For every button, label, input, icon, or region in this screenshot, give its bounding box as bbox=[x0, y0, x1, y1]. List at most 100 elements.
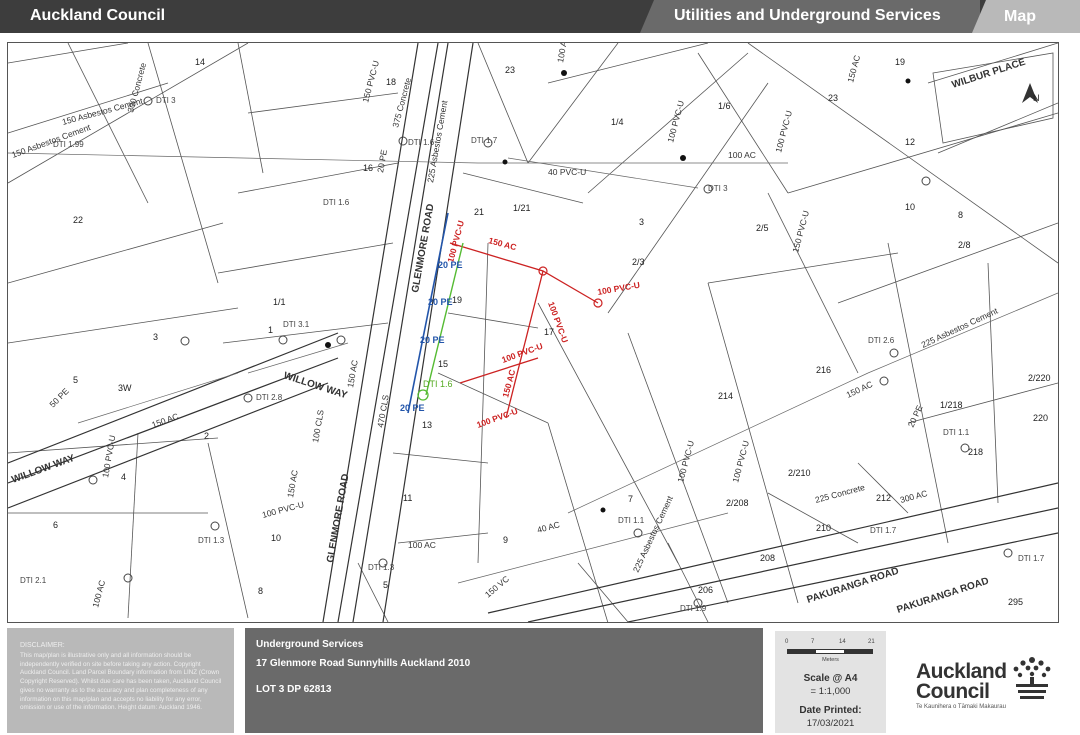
street-label: WILBUR PLACE bbox=[951, 57, 1028, 91]
lot-number: 23 bbox=[505, 65, 515, 75]
disclaimer-title: DISCLAIMER: bbox=[20, 642, 65, 649]
scale-units: Meters bbox=[822, 657, 839, 663]
north-arrow: N bbox=[1022, 83, 1040, 103]
dti-label: DTI 1.7 bbox=[471, 136, 498, 145]
scale-bar bbox=[787, 649, 873, 654]
lot-number: 8 bbox=[958, 210, 963, 220]
property-address: 17 Glenmore Road Sunnyhills Auckland 201… bbox=[256, 658, 471, 669]
lot-number: 23 bbox=[828, 93, 838, 103]
dti-label: DTI 3 bbox=[708, 184, 728, 193]
pipe-label: 150 PVC-U bbox=[360, 59, 381, 103]
pipe-label: 150 VC bbox=[483, 574, 511, 600]
lot-number: 10 bbox=[271, 533, 281, 543]
auckland-council-logo: Auckland Council Te Kaunihera o Tāmaki M… bbox=[900, 642, 1070, 722]
lot-number: 212 bbox=[876, 493, 891, 503]
lot-number: 5 bbox=[73, 375, 78, 385]
lot-number: 6 bbox=[53, 520, 58, 530]
blue-pipe-label: 20 PE bbox=[420, 335, 445, 345]
utilities-map[interactable]: GLENMORE ROAD GLENMORE ROAD WILLOW WAY WILL… bbox=[7, 42, 1059, 623]
lot-number: 3 bbox=[153, 332, 158, 342]
dti-label: DTI 3.1 bbox=[283, 320, 310, 329]
lot-number: 16 bbox=[363, 163, 373, 173]
pipe-label: 225 Asbestos Cement bbox=[920, 305, 1000, 349]
lot-number: 2/210 bbox=[788, 468, 811, 478]
pipe-label: 150 AC bbox=[845, 54, 862, 84]
lot-number: 295 bbox=[1008, 597, 1023, 607]
lot-number: 1/218 bbox=[940, 400, 963, 410]
pipe-label: 150 PVC-U bbox=[790, 209, 811, 253]
lot-number: 210 bbox=[816, 523, 831, 533]
blue-pipe-label: 20 PE bbox=[438, 260, 463, 270]
lot-number: 17 bbox=[544, 327, 554, 337]
date-value: 17/03/2021 bbox=[806, 718, 855, 729]
dti-label: DTI 1.7 bbox=[1018, 554, 1045, 563]
map-canvas: GLENMORE ROADGLENMORE ROADWILLOW WAYWILL… bbox=[8, 43, 1058, 622]
dti-label: DTI 1.1 bbox=[943, 428, 970, 437]
legal-description: LOT 3 DP 62813 bbox=[256, 684, 332, 695]
pipe-label: 100 PVC-U bbox=[665, 99, 686, 143]
proposed-pipe-label: 100 PVC-U bbox=[546, 300, 570, 344]
lot-number: 1/21 bbox=[513, 203, 531, 213]
pipe-label: 150 AC bbox=[345, 359, 360, 388]
proposed-pipe-label: 100 PVC-U bbox=[597, 280, 641, 297]
dti-label: DTI 2.1 bbox=[20, 576, 47, 585]
lot-number: 2/220 bbox=[1028, 373, 1051, 383]
dti-label: DTI 2.6 bbox=[868, 336, 895, 345]
map-tab-label: Map bbox=[1004, 8, 1036, 25]
dti-label: DTI 1.6 bbox=[408, 138, 435, 147]
street-label: PAKURANGA ROAD bbox=[806, 566, 901, 606]
dti-label: DTI 1.3 bbox=[198, 536, 225, 545]
lot-number: 1/4 bbox=[611, 117, 624, 127]
dti-label: DTI 1.3 bbox=[368, 563, 395, 572]
pipe-label: 100 PVC-U bbox=[730, 439, 751, 483]
property-info-panel: Underground Services 17 Glenmore Road Su… bbox=[245, 628, 763, 733]
blue-pipe-label: 20 PE bbox=[428, 297, 453, 307]
scale-tick: 14 bbox=[839, 639, 846, 645]
blue-pipe-label: 20 PE bbox=[400, 403, 425, 413]
lot-number: 18 bbox=[386, 77, 396, 87]
lot-number: 1/6 bbox=[718, 101, 731, 111]
scale-label: Scale @ A4 bbox=[803, 673, 858, 684]
scale-value: = 1:1,000 bbox=[810, 686, 851, 697]
pipe-label: 40 AC bbox=[536, 519, 561, 535]
lot-number: 218 bbox=[968, 447, 983, 457]
pipe-label: 100 AC bbox=[728, 150, 756, 160]
lot-number: 7 bbox=[628, 494, 633, 504]
dti-labels: DTI 3DTI 1.99 DTI 1.6 DTI 1.7DTI 3DTI 1.6D… bbox=[20, 96, 1045, 613]
dti-label: DTI 1.7 bbox=[870, 526, 897, 535]
dti-label: DTI 1.1 bbox=[618, 516, 645, 525]
lot-number: 4 bbox=[121, 472, 126, 482]
pipe-label: 20 PE bbox=[906, 403, 925, 429]
pipe-label: 100 AC bbox=[555, 43, 570, 63]
pohutukawa-icon bbox=[1013, 657, 1051, 699]
pipe-label: 300 AC bbox=[899, 488, 929, 505]
pipe-label: 40 PVC-U bbox=[548, 167, 586, 177]
pipe-label: 50 PE bbox=[47, 386, 71, 410]
parcel-boundaries bbox=[8, 43, 1058, 622]
scale-tick: 7 bbox=[811, 639, 815, 645]
lot-number: 13 bbox=[422, 420, 432, 430]
pipe-label: 150 AC bbox=[285, 469, 300, 498]
lot-number: 12 bbox=[905, 137, 915, 147]
disclaimer-text: This map/plan is illustrative only and a… bbox=[20, 652, 222, 712]
pipe-labels: 100 AC300 Concrete150 Asbestos Cement150… bbox=[10, 43, 1000, 609]
lot-number: 2/5 bbox=[756, 223, 769, 233]
pipe-label: 100 PVC-U bbox=[261, 499, 305, 520]
lot-number: 14 bbox=[195, 57, 205, 67]
road-corridors bbox=[8, 43, 1058, 622]
lot-number: 2/208 bbox=[726, 498, 749, 508]
pipe-label: 225 Asbestos Cement bbox=[631, 494, 675, 574]
svg-text:N: N bbox=[1033, 93, 1040, 103]
pipe-label: 100 CLS bbox=[310, 409, 326, 444]
lot-number: 208 bbox=[760, 553, 775, 563]
lot-number: 9 bbox=[503, 535, 508, 545]
scale-tick: 0 bbox=[785, 639, 789, 645]
lot-number: 206 bbox=[698, 585, 713, 595]
lot-number: 1 bbox=[268, 325, 273, 335]
scale-tick: 21 bbox=[868, 639, 875, 645]
info-title: Underground Services bbox=[256, 639, 364, 650]
pipe-label: 20 PE bbox=[375, 148, 389, 173]
lot-number: 15 bbox=[438, 359, 448, 369]
logo-tagline: Te Kaunihera o Tāmaki Makaurau bbox=[916, 704, 1006, 710]
lot-number: 19 bbox=[452, 295, 462, 305]
